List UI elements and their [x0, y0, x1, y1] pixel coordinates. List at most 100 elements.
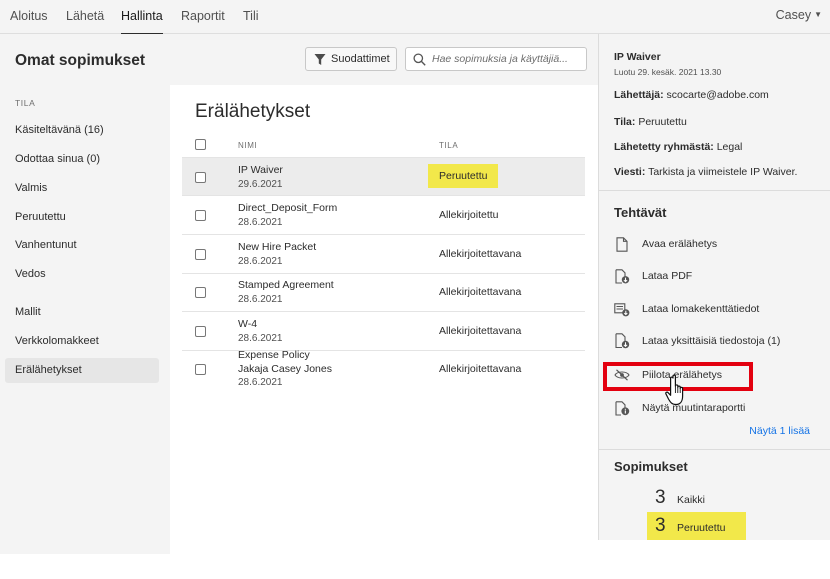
row-date: 28.6.2021: [238, 294, 283, 305]
status-badge: Peruutettu: [428, 164, 499, 188]
tab-tili[interactable]: Tili: [243, 9, 259, 23]
row-checkbox[interactable]: [195, 364, 206, 375]
search-icon: [413, 52, 426, 66]
group-value: Legal: [716, 141, 743, 153]
user-menu[interactable]: Casey ▼: [776, 8, 822, 22]
chevron-down-icon: ▼: [814, 10, 822, 19]
agreements-heading: Sopimukset: [614, 459, 688, 474]
report-icon: [614, 399, 630, 417]
row-name: IP Waiver: [238, 164, 283, 176]
task-label: Näytä muutintaraportti: [642, 402, 746, 414]
details-divider: [599, 190, 830, 191]
show-more-link[interactable]: Näytä 1 lisää: [749, 425, 810, 437]
count-number: 3: [655, 487, 666, 508]
row-date: 28.6.2021: [238, 377, 283, 388]
count-label: Kaikki: [677, 494, 706, 506]
row-checkbox[interactable]: [195, 249, 206, 260]
details-message: Viesti: Tarkista ja viimeistele IP Waive…: [614, 166, 797, 178]
count-number: 3: [655, 515, 666, 536]
column-header-name: NIMI: [238, 141, 258, 150]
search-box[interactable]: [405, 47, 587, 71]
sidebar-item-templates[interactable]: Mallit: [5, 300, 159, 325]
tab-aloitus[interactable]: Aloitus: [10, 9, 48, 23]
user-name: Casey: [775, 8, 812, 22]
top-navigation: Aloitus Lähetä Hallinta Raportit Tili Ca…: [0, 0, 830, 35]
sidebar-item-expired[interactable]: Vanhentunut: [5, 233, 159, 258]
search-input[interactable]: [432, 53, 582, 65]
table-row[interactable]: W-4 28.6.2021 Allekirjoitettavana: [182, 313, 585, 351]
row-status: Allekirjoitettu: [439, 209, 499, 221]
sidebar-item-bulk-sends[interactable]: Erälähetykset: [5, 358, 159, 383]
table-row[interactable]: IP Waiver 29.6.2021 Peruutettu: [182, 158, 585, 196]
table-row[interactable]: Direct_Deposit_Form 28.6.2021 Allekirjoi…: [182, 197, 585, 235]
hand-pointer-cursor-icon: [665, 374, 691, 409]
status-label: Tila:: [614, 116, 636, 128]
details-sender: Lähettäjä: scocarte@adobe.com: [614, 89, 769, 101]
task-label: Lataa lomakekenttätiedot: [642, 303, 760, 315]
sidebar-item-processing[interactable]: Käsiteltävänä (16): [5, 118, 159, 143]
row-name: New Hire Packet: [238, 241, 317, 253]
row-date: 28.6.2021: [238, 217, 283, 228]
sidebar-item-waiting-for-you[interactable]: Odottaa sinua (0): [5, 147, 159, 172]
row-checkbox[interactable]: [195, 326, 206, 337]
filters-button[interactable]: Suodattimet: [305, 47, 397, 71]
row-checkbox[interactable]: [195, 210, 206, 221]
tab-raportit[interactable]: Raportit: [181, 9, 225, 23]
row-status: Allekirjoitettavana: [439, 248, 522, 260]
row-date: 29.6.2021: [238, 179, 283, 190]
task-label: Avaa erälähetys: [642, 238, 718, 250]
task-open-bulk-send[interactable]: Avaa erälähetys: [614, 234, 717, 254]
download-files-icon: [614, 332, 630, 350]
details-panel: IP Waiver Luotu 29. kesäk. 2021 13.30 Lä…: [598, 34, 830, 540]
details-status: Tila: Peruutettu: [614, 116, 687, 128]
task-label: Lataa PDF: [642, 270, 693, 282]
row-name: Stamped Agreement: [238, 279, 334, 291]
table-row[interactable]: New Hire Packet 28.6.2021 Allekirjoitett…: [182, 236, 585, 274]
tasks-heading: Tehtävät: [614, 205, 667, 220]
row-name: Direct_Deposit_Form: [238, 202, 338, 214]
filters-label: Suodattimet: [331, 53, 390, 65]
row-name: Expense Policy: [238, 349, 310, 361]
row-status: Allekirjoitettavana: [439, 325, 522, 337]
sidebar-item-web-forms[interactable]: Verkkolomakkeet: [5, 329, 159, 354]
task-download-files[interactable]: Lataa yksittäisiä tiedostoja (1): [614, 331, 780, 351]
agreement-count-all[interactable]: 3 Kaikki: [655, 487, 705, 509]
row-name: W-4: [238, 318, 258, 330]
document-icon: [614, 235, 630, 253]
row-checkbox[interactable]: [195, 287, 206, 298]
form-data-icon: [614, 300, 630, 318]
agreement-count-cancelled[interactable]: 3 Peruutettu: [655, 515, 725, 537]
sidebar-item-completed[interactable]: Valmis: [5, 176, 159, 201]
table-row[interactable]: Stamped Agreement 28.6.2021 Allekirjoite…: [182, 274, 585, 312]
row-shared-by: Jakaja Casey Jones: [238, 363, 332, 375]
details-group: Lähetetty ryhmästä: Legal: [614, 141, 742, 153]
task-label: Lataa yksittäisiä tiedostoja (1): [642, 335, 781, 347]
content-title: Erälähetykset: [195, 101, 311, 122]
select-all-checkbox[interactable]: [195, 139, 206, 150]
sender-value: scocarte@adobe.com: [666, 89, 769, 101]
status-value: Peruutettu: [638, 116, 687, 128]
tasks-divider: [599, 449, 830, 450]
tab-laheta[interactable]: Lähetä: [66, 9, 104, 23]
row-status: Allekirjoitettavana: [439, 363, 522, 375]
task-download-pdf[interactable]: Lataa PDF: [614, 266, 692, 286]
row-checkbox[interactable]: [195, 172, 206, 183]
filter-icon: [314, 53, 326, 65]
sidebar-item-draft[interactable]: Vedos: [5, 262, 159, 287]
download-pdf-icon: [614, 267, 630, 285]
row-status: Allekirjoitettavana: [439, 286, 522, 298]
task-download-form-data[interactable]: Lataa lomakekenttätiedot: [614, 299, 759, 319]
column-header-status: TILA: [439, 141, 459, 150]
bulk-send-list: Erälähetykset NIMI TILA IP Waiver 29.6.2…: [170, 85, 598, 554]
tab-hallinta[interactable]: Hallinta: [121, 9, 163, 35]
message-value: Tarkista ja viimeistele IP Waiver.: [648, 166, 798, 178]
details-name: IP Waiver: [614, 51, 661, 63]
count-label: Peruutettu: [677, 522, 726, 534]
page-title: Omat sopimukset: [15, 52, 146, 69]
row-date: 28.6.2021: [238, 256, 283, 267]
group-label: Lähetetty ryhmästä:: [614, 141, 714, 153]
table-row[interactable]: Expense Policy Jakaja Casey Jones 28.6.2…: [182, 349, 585, 391]
message-label: Viesti:: [614, 166, 646, 178]
row-date: 28.6.2021: [238, 333, 283, 344]
sidebar-item-cancelled[interactable]: Peruutettu: [5, 205, 159, 230]
